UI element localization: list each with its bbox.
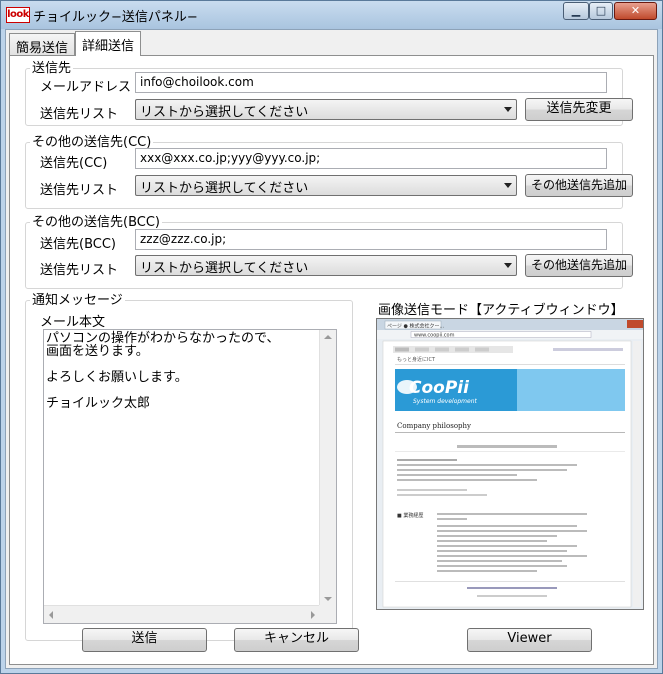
preview-logo-sub: System development [413,398,478,405]
chevron-down-icon [504,107,512,112]
message-body-text: パソコンの操作がわからなかったので、 画面を送ります。 よろしくお願いします。 … [46,332,316,410]
message-line: 画面を送ります。 [46,344,149,359]
change-recipient-button[interactable]: 送信先変更 [525,98,633,121]
app-logo-icon: look [6,7,30,23]
chevron-down-icon [504,183,512,188]
minimize-button[interactable]: ▁ [563,2,589,20]
preview-image: ページ ● 株式会社クー... www.coopii.com もっと身近にICT [377,319,643,609]
cc-label: 送信先(CC) [40,156,108,171]
client-area: 簡易送信 詳細送信 送信先 メールアドレス info@choilook.com … [5,29,658,669]
to-list-selected: リストから選択してください [140,105,309,120]
cc-add-button[interactable]: その他送信先追加 [525,174,633,197]
screenshot-preview[interactable]: ページ ● 株式会社クー... www.coopii.com もっと身近にICT [376,318,644,610]
cc-list-select[interactable]: リストから選択してください [135,175,517,196]
image-mode-label: 画像送信モード【アクティブウィンドウ】 [378,303,624,318]
body-label: メール本文 [40,315,106,330]
message-line: チョイルック太郎 [46,396,151,411]
preview-logo-main: CooPii [409,378,470,398]
cancel-button[interactable]: キャンセル [234,628,359,652]
to-group-legend: 送信先 [32,61,72,76]
tab-simple-send[interactable]: 簡易送信 [9,33,76,56]
cc-field[interactable]: xxx@xxx.co.jp;yyy@yyy.co.jp; [135,148,607,169]
scroll-right-icon[interactable] [311,611,315,619]
email-field[interactable]: info@choilook.com [135,72,607,93]
bcc-group-legend: その他の送信先(BCC) [32,215,160,230]
message-group-legend: 通知メッセージ [32,293,123,308]
bcc-add-button[interactable]: その他送信先追加 [525,254,633,277]
bcc-list-selected: リストから選択してください [140,261,309,276]
bcc-group: その他の送信先(BCC) [25,216,623,289]
viewer-button[interactable]: Viewer [467,628,592,652]
window-title: チョイルック−送信パネル− [33,10,198,25]
scroll-up-icon[interactable] [324,335,332,339]
vertical-scrollbar[interactable] [319,330,336,606]
to-list-label: 送信先リスト [40,107,119,122]
cc-group: その他の送信先(CC) [25,136,623,209]
bcc-field[interactable]: zzz@zzz.co.jp; [135,229,607,250]
preview-heading: Company philosophy [397,422,471,430]
send-button[interactable]: 送信 [82,628,207,652]
preview-tagline: もっと身近にICT [397,356,436,363]
bcc-label: 送信先(BCC) [40,237,116,252]
email-label: メールアドレス [40,80,132,95]
preview-browser-tab: ページ ● 株式会社クー... [387,323,445,330]
message-line: よろしくお願いします。 [46,370,188,385]
app-window: look チョイルック−送信パネル− ▁ □ ✕ 簡易送信 詳細送信 送信先 メ… [0,0,663,674]
scroll-left-icon[interactable] [49,611,53,619]
cc-list-label: 送信先リスト [40,183,119,198]
bcc-list-label: 送信先リスト [40,263,119,278]
scroll-down-icon[interactable] [324,597,332,601]
close-button[interactable]: ✕ [614,2,657,20]
to-list-select[interactable]: リストから選択してください [135,99,517,120]
message-body-textarea[interactable]: パソコンの操作がわからなかったので、 画面を送ります。 よろしくお願いします。 … [43,329,337,624]
tab-detail-send[interactable]: 詳細送信 [75,31,142,56]
maximize-button[interactable]: □ [589,2,613,20]
chevron-down-icon [504,263,512,268]
scrollbar-corner [319,605,336,623]
preview-section-label: ■ 業務経歴 [397,512,423,519]
title-bar[interactable]: look チョイルック−送信パネル− ▁ □ ✕ [1,1,662,29]
bcc-list-select[interactable]: リストから選択してください [135,255,517,276]
detail-send-page: 送信先 メールアドレス info@choilook.com 送信先リスト リスト… [9,55,654,665]
cc-list-selected: リストから選択してください [140,181,309,196]
preview-address: www.coopii.com [414,333,455,339]
horizontal-scrollbar[interactable] [44,605,320,623]
